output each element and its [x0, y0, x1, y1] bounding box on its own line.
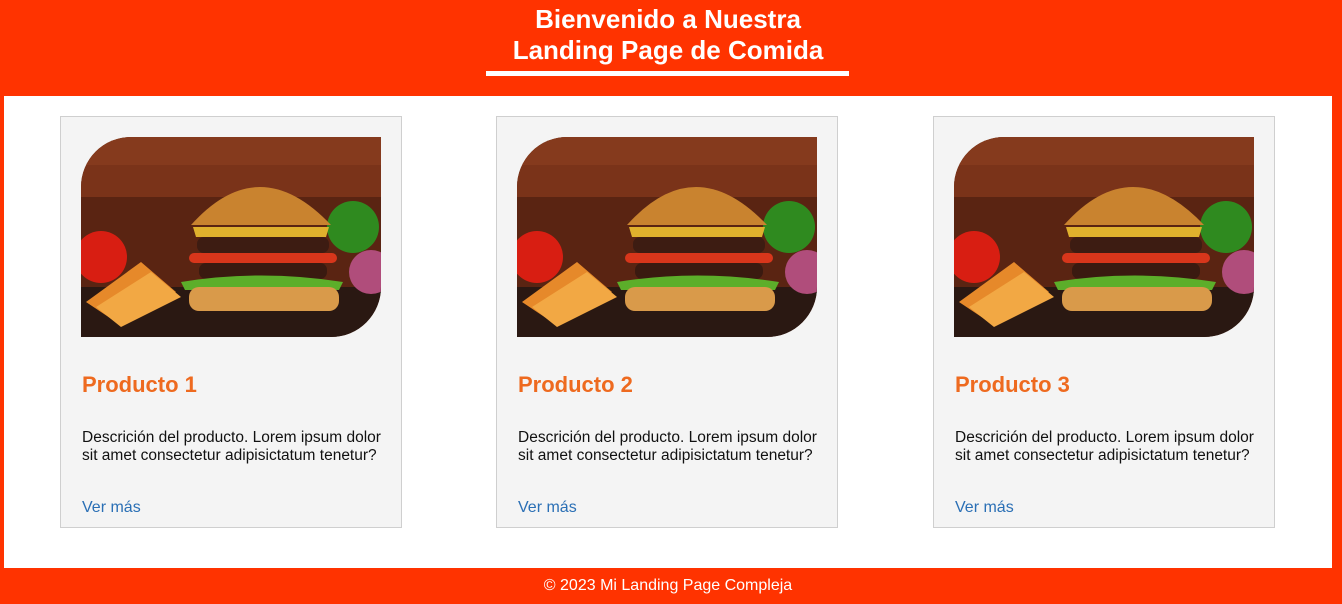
product-title: Producto 2: [518, 372, 633, 397]
page-header: Bienvenido a Nuestra Landing Page de Com…: [0, 0, 1342, 96]
product-description: Descrición del producto. Lorem ipsum dol…: [82, 429, 381, 464]
ver-mas-link[interactable]: Ver más: [82, 498, 141, 518]
burger-image: [517, 137, 817, 337]
product-image-3: [954, 137, 1254, 337]
page-footer: © 2023 Mi Landing Page Compleja: [0, 568, 1342, 604]
product-image-1: [81, 137, 381, 337]
footer-copyright: © 2023 Mi Landing Page Compleja: [543, 577, 793, 594]
burger-image: [81, 137, 381, 337]
page-title-line1: Bienvenido a Nuestra: [535, 4, 801, 34]
burger-image: [954, 137, 1254, 337]
product-section: Producto 1 Descrición del producto. Lore…: [4, 96, 1332, 568]
page-title-line2: Landing Page de Comida: [512, 35, 824, 65]
product-description: Descrición del producto. Lorem ipsum dol…: [518, 429, 817, 464]
product-card-2: Producto 2 Descrición del producto. Lore…: [496, 116, 838, 528]
ver-mas-link[interactable]: Ver más: [518, 498, 577, 518]
product-card-1: Producto 1 Descrición del producto. Lore…: [60, 116, 402, 528]
product-image-2: [517, 137, 817, 337]
product-description: Descrición del producto. Lorem ipsum dol…: [955, 429, 1254, 464]
title-underline: [486, 71, 849, 76]
page-title: Bienvenido a Nuestra Landing Page de Com…: [0, 4, 1336, 66]
product-title: Producto 1: [82, 372, 197, 397]
product-card-3: Producto 3 Descrición del producto. Lore…: [933, 116, 1275, 528]
ver-mas-link[interactable]: Ver más: [955, 498, 1014, 518]
product-title: Producto 3: [955, 372, 1070, 397]
